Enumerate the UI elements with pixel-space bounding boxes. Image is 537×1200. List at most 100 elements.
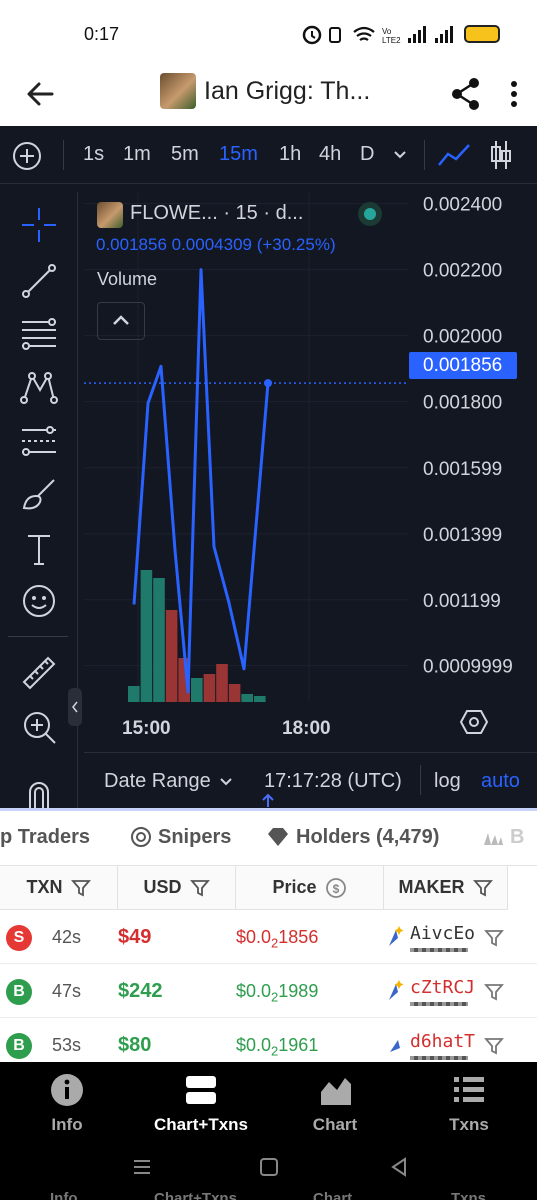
nav-info[interactable]: Info <box>0 1062 134 1158</box>
price-prefix: $0.0 <box>236 927 272 947</box>
col-header-price[interactable]: Price $ <box>236 866 384 910</box>
list-icon <box>454 1077 484 1102</box>
tab-bubblemaps[interactable]: B <box>510 826 524 849</box>
price-digits: 1856 <box>278 927 319 947</box>
volume-bar <box>153 578 165 702</box>
maker-tag-icon <box>390 1040 400 1052</box>
nav-chart[interactable]: Chart <box>268 1062 402 1158</box>
nav-label: Chart <box>312 1115 358 1134</box>
volume-bar <box>254 696 266 702</box>
svg-text:$: $ <box>332 882 339 896</box>
share-icon[interactable] <box>448 74 484 114</box>
y-tick-label: 0.002000 <box>423 327 502 348</box>
transactions-table: TXN USD Price $ MAKER S 42s $49 $0.02185… <box>0 866 537 1072</box>
maker-address[interactable]: AivcEo <box>410 923 475 944</box>
legend-avatar <box>97 202 123 228</box>
volume-bar <box>241 694 253 702</box>
timeframe-D[interactable]: D <box>360 143 374 166</box>
txn-price: $0.021989 <box>236 981 318 1005</box>
timeframe-1h[interactable]: 1h <box>279 143 301 166</box>
maker-address[interactable]: d6hatT <box>410 1031 475 1052</box>
trendline-icon[interactable] <box>20 262 58 300</box>
fib-retracement-icon[interactable] <box>20 316 58 354</box>
col-header-label: Price <box>272 877 317 897</box>
nav-txns[interactable]: Txns <box>402 1062 536 1158</box>
volume-bar <box>228 684 241 702</box>
recents-icon[interactable] <box>130 1156 154 1178</box>
nav-ghost-label: Txns <box>451 1190 487 1200</box>
price-prefix: $0.0 <box>236 981 272 1001</box>
tabs-bar: p Traders Snipers Holders (4,479) B <box>0 808 537 866</box>
crosshair-icon[interactable] <box>20 206 58 244</box>
settings-hex-icon[interactable] <box>460 708 488 736</box>
filter-icon[interactable] <box>70 878 91 898</box>
back-arrow-icon[interactable] <box>22 74 62 114</box>
collapse-legend-button[interactable] <box>97 302 145 340</box>
txn-price: $0.021856 <box>236 927 318 951</box>
add-indicator-icon[interactable] <box>12 141 42 171</box>
tool-divider <box>8 636 68 637</box>
maker-address[interactable]: cZtRCJ <box>410 977 475 998</box>
more-vert-icon[interactable] <box>502 74 526 114</box>
auto-scale-toggle[interactable]: auto <box>481 770 520 793</box>
tab-holders[interactable]: Holders (4,479) <box>296 826 439 849</box>
nav-chart-txns[interactable]: Chart+Txns <box>134 1062 268 1158</box>
timeframe-1m[interactable]: 1m <box>123 143 151 166</box>
filter-icon[interactable] <box>472 878 493 898</box>
tab-top-traders[interactable]: p Traders <box>0 826 90 849</box>
col-header-usd[interactable]: USD <box>118 866 236 910</box>
home-icon[interactable] <box>258 1156 280 1178</box>
filter-icon[interactable] <box>484 928 504 948</box>
nav-label: Txns <box>449 1115 489 1134</box>
pattern-icon[interactable] <box>20 368 58 406</box>
zoom-in-icon[interactable] <box>20 708 58 746</box>
col-header-txn[interactable]: TXN <box>0 866 118 910</box>
log-scale-toggle[interactable]: log <box>434 770 461 793</box>
area-chart-icon <box>321 1078 351 1105</box>
col-header-maker[interactable]: MAKER <box>384 866 508 910</box>
filter-icon[interactable] <box>484 982 504 1002</box>
emoji-icon[interactable] <box>20 582 58 620</box>
table-row[interactable]: B 47s $242 $0.021989 cZtRCJ <box>0 965 537 1018</box>
app-header: Ian Grigg: Th... <box>0 66 537 126</box>
chevron-down-icon[interactable] <box>392 148 408 162</box>
utc-clock[interactable]: 17:17:28 (UTC) <box>264 770 402 793</box>
legend-volume[interactable]: Volume <box>97 269 157 290</box>
status-time: 0:17 <box>84 24 120 44</box>
timeframe-4h[interactable]: 4h <box>319 143 341 166</box>
chart-panel[interactable]: 1s 1m 5m 15m 1h 4h D 0.002400 0.002200 0… <box>0 126 537 808</box>
buy-badge: B <box>6 979 32 1005</box>
chevron-down-icon[interactable] <box>218 776 234 788</box>
text-tool-icon[interactable] <box>20 530 58 568</box>
txn-usd: $242 <box>118 980 163 1002</box>
magnet-icon[interactable] <box>24 780 54 808</box>
back-icon[interactable] <box>388 1156 410 1178</box>
legend-symbol[interactable]: FLOWE... · 15 · d... <box>130 202 303 225</box>
sparkle-icon <box>389 980 404 1000</box>
tab-snipers[interactable]: Snipers <box>158 826 231 849</box>
chart-bottom-bar: Date Range 17:17:28 (UTC) log auto <box>84 752 537 808</box>
volume-bar <box>216 664 228 702</box>
target-icon <box>131 827 151 847</box>
currency-toggle-icon[interactable]: $ <box>325 877 347 899</box>
brush-icon[interactable] <box>20 476 58 514</box>
plot-area[interactable]: 0.002400 0.002200 0.002000 0.001800 0.001599… <box>84 192 537 752</box>
timeframe-1s[interactable]: 1s <box>83 143 104 166</box>
projection-icon[interactable] <box>20 422 58 460</box>
col-header-label: MAKER <box>398 877 465 897</box>
price-prefix: $0.0 <box>236 1035 272 1055</box>
filter-icon[interactable] <box>484 1036 504 1056</box>
timeframe-5m[interactable]: 5m <box>171 143 199 166</box>
volume-bar <box>165 610 178 702</box>
txn-age: 53s <box>52 1035 82 1055</box>
date-range-button[interactable]: Date Range <box>104 770 211 793</box>
filter-icon[interactable] <box>189 878 210 898</box>
candlestick-icon[interactable] <box>488 139 514 171</box>
line-chart-type-icon[interactable] <box>436 141 472 169</box>
current-price-label: 0.001856 <box>423 355 503 376</box>
timeframe-15m[interactable]: 15m <box>219 143 258 166</box>
col-header-label: USD <box>143 877 182 897</box>
table-row[interactable]: S 42s $49 $0.021856 AivcEo <box>0 911 537 964</box>
nav-ghost-label: Chart+Txns <box>154 1190 237 1200</box>
ruler-icon[interactable] <box>20 654 58 692</box>
